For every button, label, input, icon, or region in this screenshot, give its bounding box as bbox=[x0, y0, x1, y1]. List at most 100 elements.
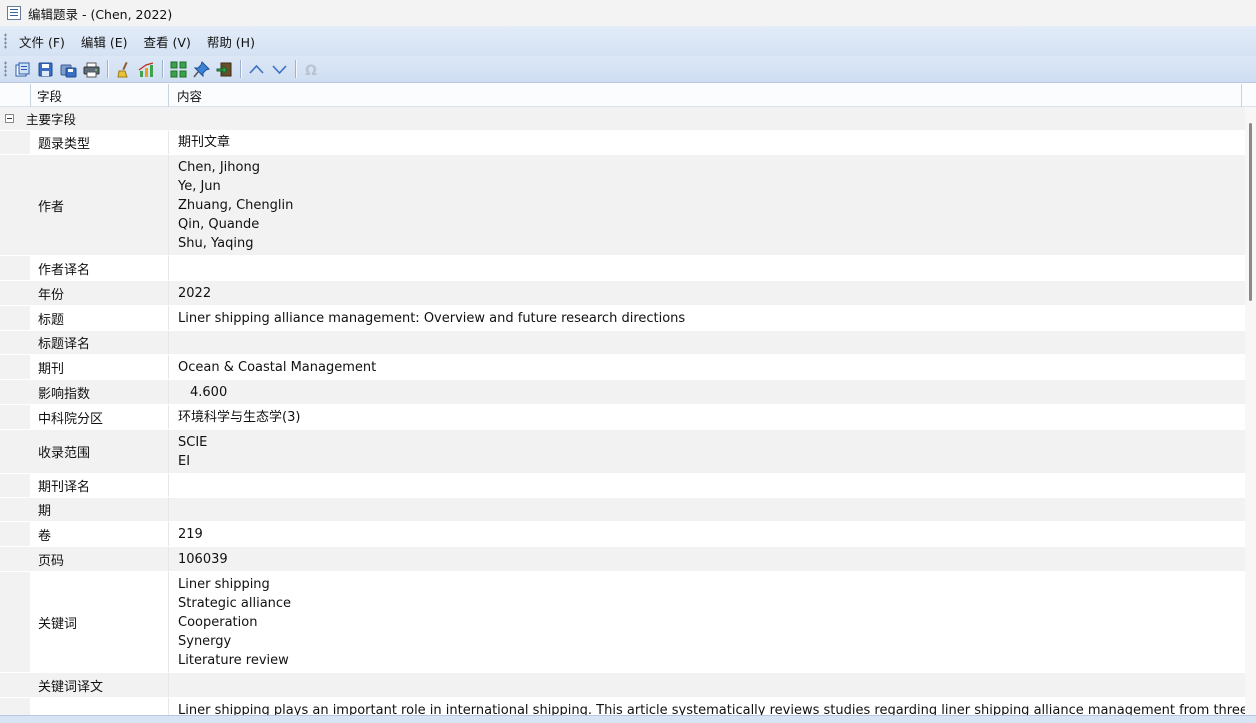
field-row-author-trans[interactable]: 作者译名 bbox=[0, 256, 1245, 280]
field-row-type[interactable]: 题录类型 期刊文章 bbox=[0, 131, 1245, 154]
pin-icon[interactable] bbox=[192, 59, 212, 79]
clean-brush-icon[interactable] bbox=[114, 59, 134, 79]
scrollbar-thumb[interactable] bbox=[1249, 123, 1252, 301]
save-icon[interactable] bbox=[36, 59, 56, 79]
field-value[interactable]: Liner shipping plays an important role i… bbox=[169, 698, 1245, 715]
field-label: 影响指数 bbox=[30, 380, 169, 404]
indexing-line: EI bbox=[178, 454, 191, 469]
field-value[interactable]: 106039 bbox=[169, 547, 1245, 571]
field-value[interactable] bbox=[169, 498, 1245, 521]
author-line: Shu, Yaqing bbox=[178, 236, 254, 251]
field-row-journal[interactable]: 期刊 Ocean & Coastal Management bbox=[0, 355, 1245, 379]
vertical-scrollbar[interactable] bbox=[1245, 107, 1256, 715]
field-value[interactable] bbox=[169, 331, 1245, 354]
toolbar-separator bbox=[240, 60, 241, 78]
field-row-cas[interactable]: 中科院分区 环境科学与生态学(3) bbox=[0, 405, 1245, 429]
menubar-grip bbox=[4, 33, 7, 49]
row-gutter bbox=[0, 474, 30, 497]
svg-text:Ω: Ω bbox=[305, 63, 317, 78]
row-gutter bbox=[0, 256, 30, 280]
field-value[interactable]: Liner shipping alliance management: Over… bbox=[169, 306, 1245, 330]
field-label: 收录范围 bbox=[30, 430, 169, 473]
group-label: 主要字段 bbox=[26, 112, 77, 127]
field-value[interactable]: Ocean & Coastal Management bbox=[169, 355, 1245, 379]
field-row-keywords[interactable]: 关键词 Liner shipping Strategic alliance Co… bbox=[0, 572, 1245, 672]
field-row-volume[interactable]: 卷 219 bbox=[0, 522, 1245, 546]
field-label: 作者 bbox=[30, 155, 169, 255]
print-icon[interactable] bbox=[82, 59, 102, 79]
row-gutter bbox=[0, 131, 30, 154]
row-gutter bbox=[0, 547, 30, 571]
field-value[interactable]: 环境科学与生态学(3) bbox=[169, 405, 1245, 429]
new-record-icon[interactable] bbox=[13, 59, 33, 79]
save-copy-icon[interactable] bbox=[59, 59, 79, 79]
keyword-line: Liner shipping bbox=[178, 577, 270, 592]
field-row-issue[interactable]: 期 bbox=[0, 498, 1245, 521]
author-line: Qin, Quande bbox=[178, 217, 260, 232]
row-gutter bbox=[0, 572, 30, 672]
menu-edit[interactable]: 编辑 (E) bbox=[73, 28, 136, 55]
author-line: Chen, Jihong bbox=[178, 160, 260, 175]
column-header-content[interactable]: 内容 bbox=[168, 84, 1242, 107]
export-icon[interactable] bbox=[215, 59, 235, 79]
menu-bar: 文件 (F) 编辑 (E) 查看 (V) 帮助 (H) bbox=[0, 26, 1256, 56]
field-row-title-trans[interactable]: 标题译名 bbox=[0, 331, 1245, 354]
field-label: 年份 bbox=[30, 281, 169, 305]
row-gutter bbox=[0, 281, 30, 305]
field-row-journal-trans[interactable]: 期刊译名 bbox=[0, 474, 1245, 497]
row-gutter bbox=[0, 498, 30, 521]
field-row-pages[interactable]: 页码 106039 bbox=[0, 547, 1245, 571]
field-row-title[interactable]: 标题 Liner shipping alliance management: O… bbox=[0, 306, 1245, 330]
field-row-authors[interactable]: 作者 Chen, Jihong Ye, Jun Zhuang, Chenglin… bbox=[0, 155, 1245, 255]
field-row-abstract[interactable]: Liner shipping plays an important role i… bbox=[0, 698, 1245, 715]
column-header-field[interactable]: 字段 bbox=[30, 84, 168, 107]
field-value[interactable]: 219 bbox=[169, 522, 1245, 546]
field-value[interactable] bbox=[169, 673, 1245, 697]
field-label: 期 bbox=[30, 498, 169, 521]
menu-file[interactable]: 文件 (F) bbox=[11, 28, 73, 55]
collapse-toggle-icon[interactable] bbox=[5, 114, 14, 123]
field-label: 标题译名 bbox=[30, 331, 169, 354]
field-label: 中科院分区 bbox=[30, 405, 169, 429]
title-bar: 编辑题录 - (Chen, 2022) bbox=[0, 0, 1256, 26]
row-gutter bbox=[0, 380, 30, 404]
field-value[interactable]: 2022 bbox=[169, 281, 1245, 305]
field-row-indexing[interactable]: 收录范围 SCIE EI bbox=[0, 430, 1245, 473]
field-label: 期刊译名 bbox=[30, 474, 169, 497]
grid-icon[interactable] bbox=[169, 59, 189, 79]
move-up-icon[interactable] bbox=[247, 59, 267, 79]
keyword-line: Strategic alliance bbox=[178, 596, 292, 611]
omega-icon: Ω bbox=[302, 59, 322, 79]
move-down-icon[interactable] bbox=[270, 59, 290, 79]
field-value[interactable] bbox=[169, 256, 1245, 280]
toolbar: Ω bbox=[0, 56, 1256, 83]
field-row-keywords-trans[interactable]: 关键词译文 bbox=[0, 673, 1245, 697]
status-strip bbox=[0, 715, 1256, 723]
menu-view[interactable]: 查看 (V) bbox=[136, 28, 199, 55]
field-value[interactable]: 4.600 bbox=[169, 380, 1245, 404]
field-value[interactable]: 期刊文章 bbox=[169, 131, 1245, 154]
keyword-line: Synergy bbox=[178, 634, 232, 649]
author-line: Zhuang, Chenglin bbox=[178, 198, 294, 213]
field-label: 标题 bbox=[30, 306, 169, 330]
row-gutter bbox=[0, 155, 30, 255]
field-value[interactable]: Chen, Jihong Ye, Jun Zhuang, Chenglin Qi… bbox=[169, 155, 1245, 255]
field-row-impact[interactable]: 影响指数 4.600 bbox=[0, 380, 1245, 404]
row-gutter bbox=[0, 331, 30, 354]
field-value[interactable]: Liner shipping Strategic alliance Cooper… bbox=[169, 572, 1245, 672]
field-row-year[interactable]: 年份 2022 bbox=[0, 281, 1245, 305]
keyword-line: Literature review bbox=[178, 653, 289, 668]
group-row-main[interactable]: 主要字段 bbox=[0, 107, 1245, 130]
indexing-line: SCIE bbox=[178, 435, 208, 450]
field-label: 卷 bbox=[30, 522, 169, 546]
record-grid: 主要字段 题录类型 期刊文章 作者 Chen, Jihong Ye, Jun Z… bbox=[0, 107, 1245, 715]
row-gutter bbox=[0, 673, 30, 697]
field-value[interactable] bbox=[169, 474, 1245, 497]
field-value[interactable]: SCIE EI bbox=[169, 430, 1245, 473]
field-label: 关键词 bbox=[30, 572, 169, 672]
menu-help[interactable]: 帮助 (H) bbox=[199, 28, 263, 55]
row-gutter bbox=[0, 306, 30, 330]
chart-icon[interactable] bbox=[137, 59, 157, 79]
field-label: 期刊 bbox=[30, 355, 169, 379]
row-gutter bbox=[0, 430, 30, 473]
